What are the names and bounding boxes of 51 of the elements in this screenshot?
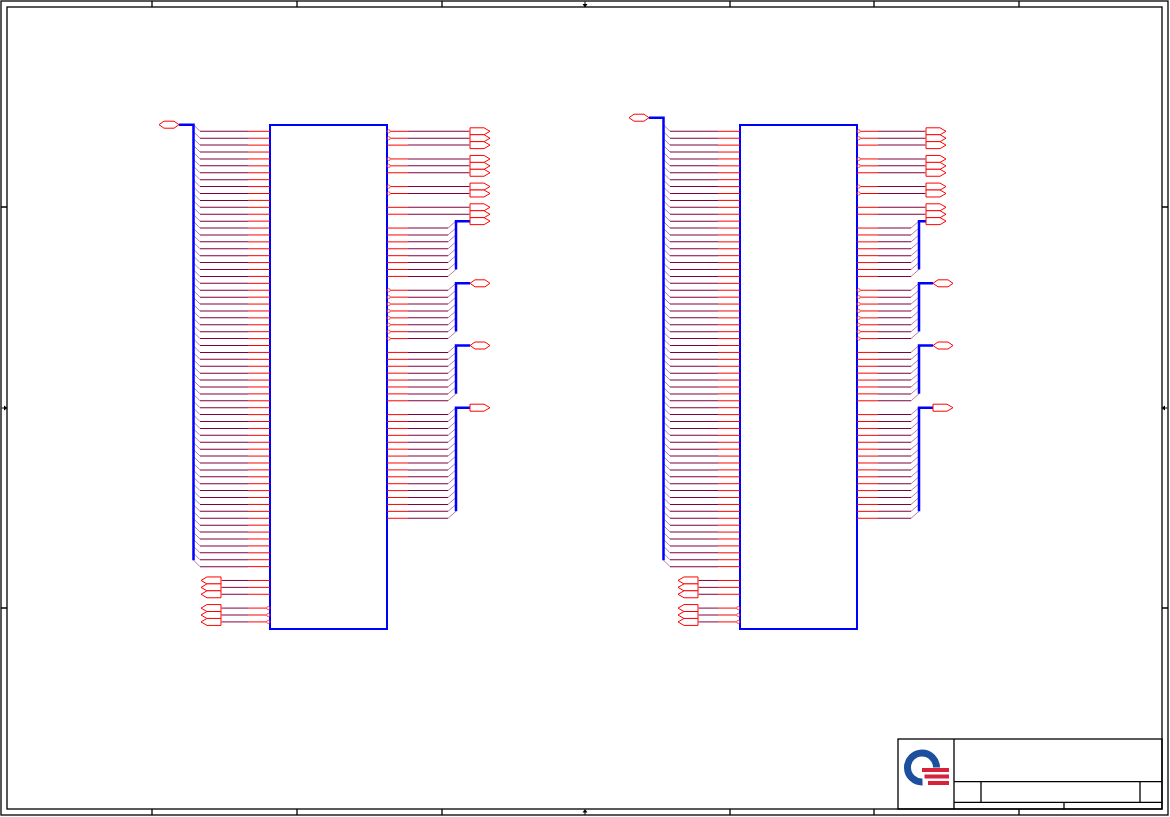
arrow-port-icon xyxy=(932,403,954,412)
logo-icon xyxy=(904,749,949,786)
arrow-icon xyxy=(582,1,588,8)
arrow-port-icon xyxy=(677,617,699,626)
arrow-port-icon xyxy=(677,576,699,585)
hexagon-port-icon xyxy=(158,120,180,129)
hexagon-port-icon xyxy=(932,279,954,288)
arrow-port-icon xyxy=(469,161,491,170)
bus-line xyxy=(917,219,926,270)
arrow-port-icon xyxy=(469,168,491,177)
arrow-port-icon xyxy=(469,403,491,412)
arrow-port-icon xyxy=(925,189,947,198)
bus-line xyxy=(454,344,470,394)
arrow-port-icon xyxy=(677,583,699,592)
arrow-port-icon xyxy=(200,604,222,613)
arrow-port-icon xyxy=(469,203,491,212)
arrow-port-icon xyxy=(200,617,222,626)
arrow-port-icon xyxy=(677,604,699,613)
arrow-port-icon xyxy=(469,127,491,136)
arrow-port-icon xyxy=(469,217,491,226)
arrow-port-icon xyxy=(925,134,947,143)
bus-line xyxy=(917,344,933,394)
hexagon-port-icon xyxy=(469,279,491,288)
arrow-port-icon xyxy=(469,189,491,198)
arrow-port-icon xyxy=(925,168,947,177)
arrow-port-icon xyxy=(200,576,222,585)
arrow-port-icon xyxy=(925,141,947,150)
arrow-port-icon xyxy=(200,583,222,592)
arrow-icon xyxy=(1161,405,1168,411)
hexagon-port-icon xyxy=(469,341,491,350)
arrow-port-icon xyxy=(469,134,491,143)
arrow-port-icon xyxy=(925,217,947,226)
arrow-port-icon xyxy=(469,154,491,163)
bus-line xyxy=(454,282,470,332)
arrow-port-icon xyxy=(925,203,947,212)
arrow-port-icon xyxy=(925,182,947,191)
arrow-port-icon xyxy=(925,161,947,170)
arrow-port-icon xyxy=(469,182,491,191)
arrow-icon xyxy=(1,405,8,411)
arrow-port-icon xyxy=(469,210,491,219)
arrow-port-icon xyxy=(677,590,699,599)
hexagon-port-icon xyxy=(932,341,954,350)
arrow-port-icon xyxy=(925,154,947,163)
hexagon-port-icon xyxy=(628,113,650,122)
bus-line xyxy=(917,282,933,332)
arrow-port-icon xyxy=(925,127,947,136)
arrow-port-icon xyxy=(925,210,947,219)
bus-line xyxy=(454,219,470,270)
arrow-port-icon xyxy=(469,141,491,150)
arrow-port-icon xyxy=(200,590,222,599)
arrow-icon xyxy=(582,809,588,816)
